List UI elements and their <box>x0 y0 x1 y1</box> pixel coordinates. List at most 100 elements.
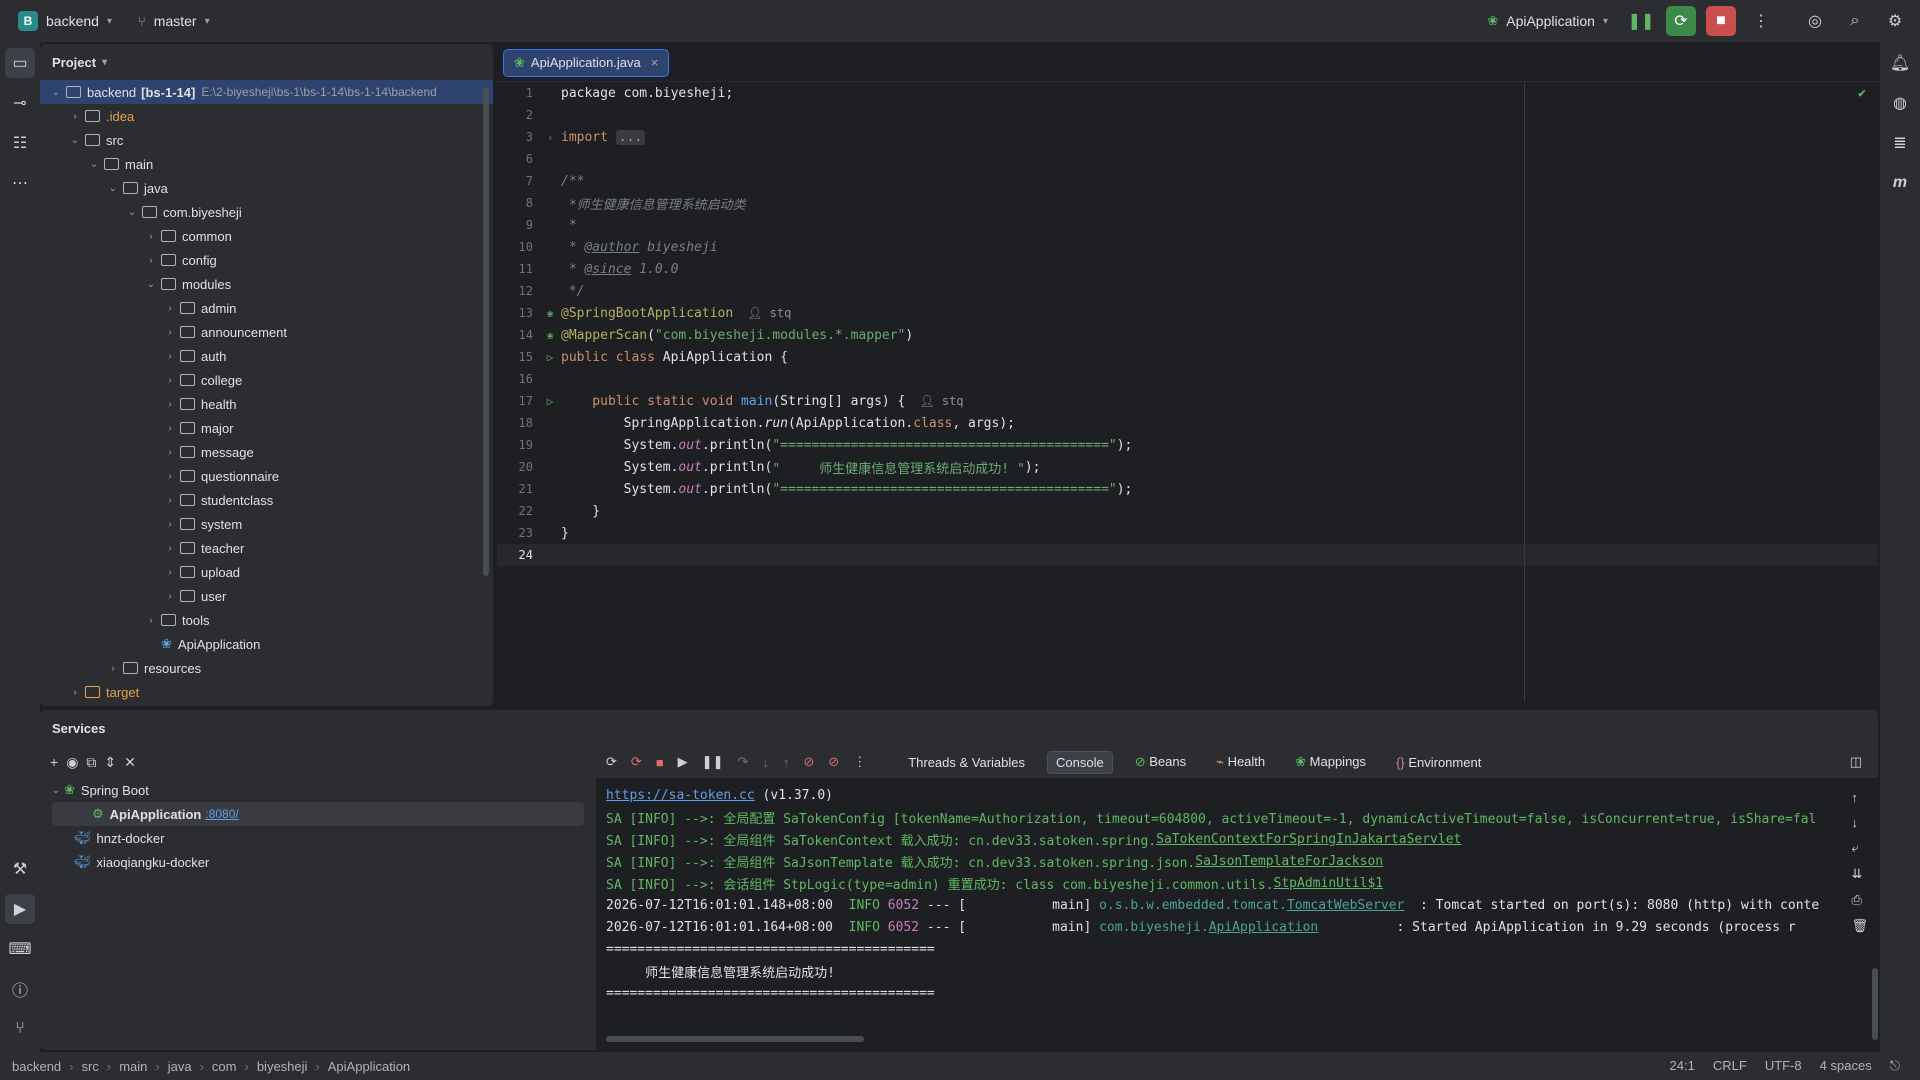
soft-wrap-icon[interactable]: ⤶ <box>1851 840 1868 856</box>
docker-item[interactable]: 🐳︎ hnzt-docker <box>40 826 594 850</box>
gear-icon[interactable]: ⚙ <box>1880 6 1910 36</box>
more-icon[interactable]: ⋮ <box>853 754 866 770</box>
service-app-row[interactable]: ⚙ ApiApplication :8080/ <box>52 802 584 826</box>
run-gutter-icon[interactable]: ▷ <box>539 395 561 408</box>
code-area[interactable]: ✔ 1 package com.biyesheji; 2 3 › import ...… <box>497 82 1878 702</box>
tree-item[interactable]: › resources <box>40 656 493 680</box>
project-panel-header[interactable]: Project ▾ <box>40 44 493 80</box>
pause-icon[interactable]: ❚❚ <box>702 754 724 770</box>
build-hammer-icon[interactable]: ⚒ <box>5 854 35 884</box>
run-config-selector[interactable]: ❀ ApiApplication ▾ <box>1479 9 1616 33</box>
add-service-icon[interactable]: + <box>50 754 58 770</box>
tree-item[interactable]: › common <box>40 224 493 248</box>
more-icon[interactable]: ⋮ <box>1746 6 1776 36</box>
more-tools-icon[interactable]: ⋯ <box>5 168 35 198</box>
tree-item[interactable]: › teacher <box>40 536 493 560</box>
rerun-icon[interactable]: ⟳ <box>606 754 617 770</box>
breadcrumb-item[interactable]: java <box>168 1059 192 1074</box>
tab-health[interactable]: ⌁ Health <box>1208 751 1273 773</box>
tree-item[interactable]: ⌄ main <box>40 152 493 176</box>
stop-button[interactable]: ■ <box>1706 6 1736 36</box>
tree-item[interactable]: › major <box>40 416 493 440</box>
database-icon[interactable]: ≣ <box>1885 128 1915 158</box>
editor-tab[interactable]: ❀ ApiApplication.java × <box>503 48 670 77</box>
cursor-position[interactable]: 24:1 <box>1670 1058 1695 1074</box>
maven-icon[interactable]: m <box>1885 168 1915 198</box>
tree-item[interactable]: ❀ ApiApplication <box>40 632 493 656</box>
console-output[interactable]: https://sa-token.cc (v1.37.0) SA [INFO] … <box>596 778 1878 1004</box>
project-scrollbar[interactable] <box>483 88 489 576</box>
stop-icon[interactable]: ■ <box>656 755 664 770</box>
tree-item[interactable]: › college <box>40 368 493 392</box>
problems-icon[interactable]: ⓘ <box>5 974 35 1004</box>
tree-root[interactable]: ⌄ backend [bs-1-14] E:\2-biyesheji\bs-1\… <box>40 80 493 104</box>
close-icon[interactable]: × <box>651 55 659 70</box>
tab-beans[interactable]: ⊘ Beans <box>1127 751 1194 773</box>
run-gutter-icon[interactable]: ▷ <box>539 351 561 364</box>
folded-imports[interactable]: ... <box>615 129 646 145</box>
tree-item[interactable]: › admin <box>40 296 493 320</box>
sa-token-link[interactable]: https://sa-token.cc <box>606 788 755 803</box>
tree-item[interactable]: › system <box>40 512 493 536</box>
tree-item[interactable]: › target <box>40 680 493 704</box>
step-over-icon[interactable]: ↷ <box>737 754 748 770</box>
notifications-bell-icon[interactable]: 🔔︎ <box>1885 48 1915 78</box>
mute-breakpoints-icon[interactable]: ⊘ <box>828 754 839 770</box>
tree-item[interactable]: ⌄ java <box>40 176 493 200</box>
tab-threads-variables[interactable]: Threads & Variables <box>900 752 1033 773</box>
spring-bean-icon[interactable]: ❀ <box>539 307 561 320</box>
step-out-icon[interactable]: ↑ <box>783 755 790 770</box>
commit-icon[interactable]: ⊸ <box>5 88 35 118</box>
git-icon[interactable]: ⑂ <box>5 1014 35 1044</box>
tree-item[interactable]: › .idea <box>40 104 493 128</box>
services-icon[interactable]: ▶ <box>5 894 35 924</box>
structure-icon[interactable]: ☷ <box>5 128 35 158</box>
arrow-down-icon[interactable]: ↓ <box>1851 815 1868 830</box>
project-switcher[interactable]: B backend ▾ <box>10 7 120 35</box>
branch-switcher[interactable]: ⑂ master ▾ <box>130 9 218 33</box>
eye-icon[interactable]: ◉ <box>66 754 78 771</box>
ai-chat-icon[interactable]: ◍ <box>1885 88 1915 118</box>
tree-item[interactable]: › studentclass <box>40 488 493 512</box>
tree-item[interactable]: › message <box>40 440 493 464</box>
file-encoding[interactable]: UTF-8 <box>1765 1058 1802 1074</box>
terminal-icon[interactable]: ⌨ <box>5 934 35 964</box>
line-separator[interactable]: CRLF <box>1713 1058 1747 1074</box>
tree-item[interactable]: ⌄ com.biyesheji <box>40 200 493 224</box>
docker-item[interactable]: 🐳︎ xiaoqiangku-docker <box>40 850 594 874</box>
breadcrumb-item[interactable]: ApiApplication <box>328 1059 410 1074</box>
fold-chevron-icon[interactable]: › <box>539 131 561 144</box>
tree-item[interactable]: › config <box>40 248 493 272</box>
console-hscrollbar[interactable] <box>606 1036 864 1042</box>
new-tab-icon[interactable]: ⧉ <box>86 754 96 771</box>
layout-icon[interactable]: ◫ <box>1850 754 1862 770</box>
breadcrumb-item[interactable]: main <box>119 1059 147 1074</box>
breadcrumb-item[interactable]: backend <box>12 1059 61 1074</box>
tab-environment[interactable]: {} Environment <box>1388 752 1489 773</box>
tree-item[interactable]: › auth <box>40 344 493 368</box>
tree-item[interactable]: › user <box>40 584 493 608</box>
tree-item[interactable]: ⌄ src <box>40 128 493 152</box>
search-icon[interactable]: ⌕ <box>1840 6 1870 36</box>
tree-item[interactable]: › tools <box>40 608 493 632</box>
rerun-debug-button[interactable]: ⟳ <box>1666 6 1696 36</box>
breadcrumb-item[interactable]: com <box>212 1059 237 1074</box>
tree-item[interactable]: › announcement <box>40 320 493 344</box>
expand-all-icon[interactable]: ⇕ <box>104 754 116 771</box>
print-icon[interactable]: ⎙ <box>1851 892 1868 908</box>
tree-item[interactable]: ⌄ modules <box>40 272 493 296</box>
spring-scan-icon[interactable]: ❀ <box>539 329 561 342</box>
project-folder-icon[interactable]: ▭ <box>5 48 35 78</box>
breakpoints-icon[interactable]: ⊘ <box>803 754 814 770</box>
trash-icon[interactable]: 🗑︎ <box>1851 918 1868 934</box>
tree-item[interactable]: › upload <box>40 560 493 584</box>
breadcrumb-item[interactable]: biyesheji <box>257 1059 308 1074</box>
ai-assistant-icon[interactable]: ◎ <box>1800 6 1830 36</box>
breadcrumb-item[interactable]: src <box>82 1059 99 1074</box>
services-group[interactable]: ⌄ ❀ Spring Boot <box>40 778 594 802</box>
step-into-icon[interactable]: ↓ <box>762 755 769 770</box>
collapse-all-icon[interactable]: ✕ <box>124 754 136 771</box>
pause-icon[interactable]: ❚❚ <box>1626 6 1656 36</box>
tab-mappings[interactable]: ❀ Mappings <box>1287 751 1374 773</box>
console-vscrollbar[interactable] <box>1872 968 1878 1040</box>
